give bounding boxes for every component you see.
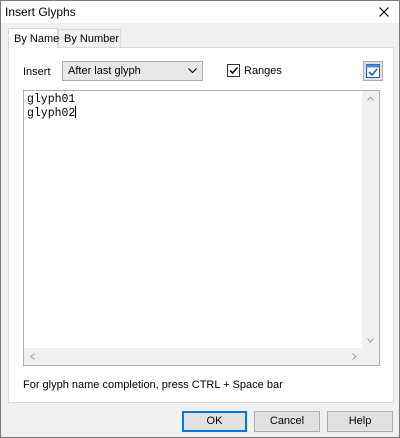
cancel-button[interactable]: Cancel [254,411,320,432]
scroll-up-icon [367,96,374,101]
help-button[interactable]: Help [327,411,393,432]
editor-line: glyph01 [27,93,76,106]
window-title: Insert Glyphs [5,5,76,19]
editor-line: glyph02 [27,107,76,120]
vertical-scrollbar[interactable] [362,91,379,349]
by-name-panel: Insert After last glyph Ranges glyph01 g… [8,47,394,403]
text-caret [75,106,77,118]
close-icon [379,7,389,17]
ok-button[interactable]: OK [182,411,247,432]
scroll-corner [362,348,379,365]
apply-icon [366,64,380,78]
close-button[interactable] [373,2,395,22]
glyph-names-editor[interactable]: glyph01 glyph02 [23,90,380,366]
scroll-right-icon [352,353,357,360]
tab-by-name[interactable]: By Name [8,28,59,48]
insert-selected-value: After last glyph [68,65,141,77]
scroll-left-icon [30,353,35,360]
completion-hint: For glyph name completion, press CTRL + … [23,379,283,391]
insert-position-select[interactable]: After last glyph [62,61,203,81]
tab-by-number[interactable]: By Number [58,29,121,48]
chevron-down-icon [188,68,197,74]
ranges-label: Ranges [244,65,282,77]
editor-lines: glyph01 glyph02 [27,93,77,120]
apply-button[interactable] [363,61,383,81]
scroll-down-icon [367,338,374,343]
insert-label: Insert [23,66,51,78]
checkmark-icon [229,66,239,75]
title-bar: Insert Glyphs [1,1,399,23]
horizontal-scrollbar[interactable] [24,348,363,365]
insert-glyphs-dialog: Insert Glyphs By Name By Number Insert A… [0,0,400,438]
ranges-checkbox[interactable] [227,64,240,77]
